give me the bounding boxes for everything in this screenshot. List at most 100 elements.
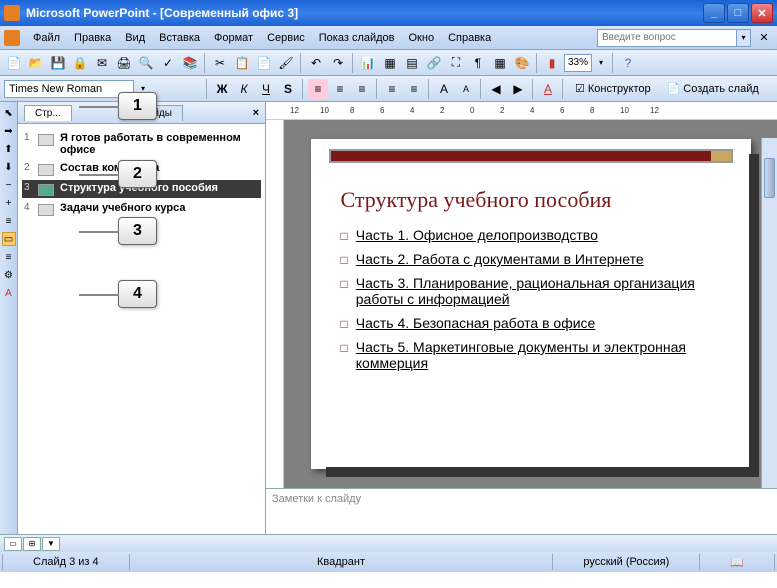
decrease-font-icon[interactable]: A <box>456 79 476 99</box>
notes-pane[interactable]: Заметки к слайду <box>266 488 777 534</box>
outline-toolbar: ⬉ ➡ ⬆ ⬇ − + ≡ ▭ ≡ ⚙ A <box>0 102 18 534</box>
undo-icon[interactable]: ↶ <box>306 53 326 73</box>
increase-indent-icon[interactable]: ▶ <box>508 79 528 99</box>
font-color-icon[interactable]: A <box>538 79 558 99</box>
slide-bullets[interactable]: Часть 1. Офисное делопроизводство Часть … <box>341 227 721 371</box>
tab-outline[interactable]: Стр... <box>24 105 72 121</box>
preview-icon[interactable]: 🔍 <box>136 53 156 73</box>
menu-file[interactable]: Файл <box>26 30 67 46</box>
more-icon[interactable]: A <box>2 286 16 300</box>
shadow-icon[interactable]: S <box>278 79 298 99</box>
help-icon[interactable]: ? <box>618 53 638 73</box>
demote-icon[interactable]: ➡ <box>2 124 16 138</box>
decrease-indent-icon[interactable]: ◀ <box>486 79 506 99</box>
menu-help[interactable]: Справка <box>441 30 498 46</box>
open-icon[interactable]: 📂 <box>26 53 46 73</box>
table-icon[interactable]: ▦ <box>380 53 400 73</box>
outline-item[interactable]: 1 Я готов работать в современном офисе <box>22 130 261 158</box>
italic-icon[interactable]: К <box>234 79 254 99</box>
title-bar: Microsoft PowerPoint - [Современный офис… <box>0 0 777 26</box>
slide-canvas[interactable]: Структура учебного пособия Часть 1. Офис… <box>311 139 751 469</box>
menu-window[interactable]: Окно <box>402 30 442 46</box>
sorter-view-button[interactable]: ⊞ <box>23 537 41 551</box>
close-pane-button[interactable]: × <box>253 107 259 119</box>
spell-icon[interactable]: ✓ <box>158 53 178 73</box>
chart-icon[interactable]: 📊 <box>358 53 378 73</box>
collapse-all-icon[interactable]: ≡ <box>2 214 16 228</box>
show-format-icon[interactable]: ≡ <box>2 250 16 264</box>
new-icon[interactable]: 📄 <box>4 53 24 73</box>
collapse-icon[interactable]: − <box>2 178 16 192</box>
expand-icon2[interactable]: + <box>2 196 16 210</box>
callout-3: 3 <box>118 217 157 245</box>
outline-pane: Стр... Слайды × 1 Я готов работать в сов… <box>18 102 266 534</box>
redo-icon[interactable]: ↷ <box>328 53 348 73</box>
slide-icon <box>38 164 54 176</box>
close-button[interactable]: ✕ <box>751 3 773 23</box>
mail-icon[interactable]: ✉ <box>92 53 112 73</box>
font-select[interactable]: Times New Roman <box>4 80 134 98</box>
minimize-button[interactable]: _ <box>703 3 725 23</box>
status-spell-icon[interactable]: 📖 <box>700 554 775 570</box>
copy-icon[interactable]: 📋 <box>232 53 252 73</box>
cut-icon[interactable]: ✂ <box>210 53 230 73</box>
align-center-icon[interactable]: ≡ <box>330 79 350 99</box>
move-down-icon[interactable]: ⬇ <box>2 160 16 174</box>
new-slide-button[interactable]: 📄Создать слайд <box>660 79 766 99</box>
grid-icon[interactable]: ▦ <box>490 53 510 73</box>
bullet-list-icon[interactable]: ≡ <box>404 79 424 99</box>
promote-icon[interactable]: ⬉ <box>2 106 16 120</box>
standard-toolbar: 📄 📂 💾 🔒 ✉ 🖨 🔍 ✓ 📚 ✂ 📋 📄 🖌 ↶ ↷ 📊 ▦ ▤ 🔗 ⛶ … <box>0 50 777 76</box>
move-up-icon[interactable]: ⬆ <box>2 142 16 156</box>
zoom-dropdown[interactable]: ▾ <box>594 58 608 67</box>
designer-button[interactable]: ☑Конструктор <box>568 79 658 99</box>
menu-show[interactable]: Показ слайдов <box>312 30 402 46</box>
show-formatting-icon[interactable]: ¶ <box>468 53 488 73</box>
slide-title[interactable]: Структура учебного пособия <box>341 187 721 213</box>
print-icon[interactable]: 🖨 <box>114 53 134 73</box>
underline-icon[interactable]: Ч <box>256 79 276 99</box>
align-right-icon[interactable]: ≡ <box>352 79 372 99</box>
callout-1: 1 <box>118 92 157 120</box>
save-icon[interactable]: 💾 <box>48 53 68 73</box>
doc-icon <box>4 30 20 46</box>
status-bar: Слайд 3 из 4 Квадрант русский (Россия) 📖 <box>0 552 777 572</box>
callout-2: 2 <box>118 160 157 188</box>
toolbar-opt-icon[interactable]: ⚙ <box>2 268 16 282</box>
menu-edit[interactable]: Правка <box>67 30 118 46</box>
expand-icon[interactable]: ⛶ <box>446 53 466 73</box>
normal-view-button[interactable]: ▭ <box>4 537 22 551</box>
align-left-icon[interactable]: ≡ <box>308 79 328 99</box>
permission-icon[interactable]: 🔒 <box>70 53 90 73</box>
format-painter-icon[interactable]: 🖌 <box>276 53 296 73</box>
numbered-list-icon[interactable]: ≡ <box>382 79 402 99</box>
doc-close-button[interactable]: ✕ <box>755 29 773 47</box>
slide-icon <box>38 134 54 146</box>
menu-service[interactable]: Сервис <box>260 30 312 46</box>
increase-font-icon[interactable]: A <box>434 79 454 99</box>
format-toolbar: Times New Roman ▾ Ж К Ч S ≡ ≡ ≡ ≡ ≡ A A … <box>0 76 777 102</box>
color-icon[interactable]: 🎨 <box>512 53 532 73</box>
menu-format[interactable]: Формат <box>207 30 260 46</box>
maximize-button[interactable]: □ <box>727 3 749 23</box>
slideshow-button[interactable]: ▼ <box>42 537 60 551</box>
ask-dropdown[interactable]: ▾ <box>737 29 751 47</box>
slide-icon <box>38 184 54 196</box>
slide-decoration <box>329 149 733 163</box>
window-title: Microsoft PowerPoint - [Современный офис… <box>26 6 703 20</box>
paste-icon[interactable]: 📄 <box>254 53 274 73</box>
zoom-select[interactable]: 33% <box>564 54 592 72</box>
summary-icon[interactable]: ▭ <box>2 232 16 246</box>
vertical-scrollbar[interactable] <box>761 138 777 488</box>
menu-view[interactable]: Вид <box>118 30 152 46</box>
scroll-thumb[interactable] <box>764 158 775 198</box>
flag-icon[interactable]: ▮ <box>542 53 562 73</box>
outline-item[interactable]: 4 Задачи учебного курса <box>22 200 261 218</box>
vertical-ruler <box>266 120 284 488</box>
tables-icon[interactable]: ▤ <box>402 53 422 73</box>
bold-icon[interactable]: Ж <box>212 79 232 99</box>
menu-insert[interactable]: Вставка <box>152 30 207 46</box>
research-icon[interactable]: 📚 <box>180 53 200 73</box>
ask-question-input[interactable] <box>597 29 737 47</box>
hyperlink-icon[interactable]: 🔗 <box>424 53 444 73</box>
